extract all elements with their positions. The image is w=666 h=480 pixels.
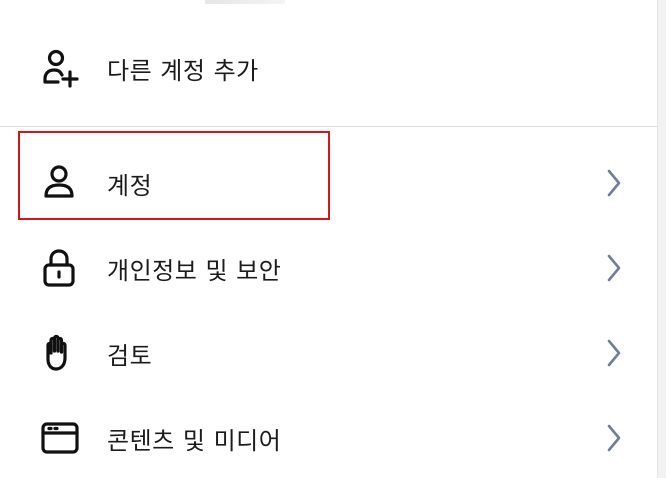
add-user-icon [38, 46, 82, 90]
browser-window-icon [38, 416, 82, 460]
menu-item-label: 검토 [107, 341, 153, 370]
scrollbar-track[interactable] [657, 0, 666, 478]
menu-item-label: 계정 [107, 171, 153, 200]
section-divider [0, 126, 658, 127]
menu-item-review[interactable]: 검토 [0, 311, 658, 395]
person-icon [38, 161, 82, 205]
add-account-button[interactable]: 다른 계정 추가 [0, 26, 658, 110]
menu-item-privacy-security[interactable]: 개인정보 및 보안 [0, 226, 658, 310]
lock-icon [38, 246, 82, 290]
chevron-right-icon [600, 252, 628, 284]
menu-item-account[interactable]: 계정 [0, 141, 658, 225]
add-account-label: 다른 계정 추가 [107, 56, 259, 85]
chevron-right-icon [600, 167, 628, 199]
chevron-right-icon [600, 422, 628, 454]
chevron-right-icon [600, 337, 628, 369]
menu-item-content-media[interactable]: 콘텐츠 및 미디어 [0, 396, 658, 480]
hand-icon [38, 331, 82, 375]
menu-item-label: 개인정보 및 보안 [107, 256, 282, 285]
menu-item-label: 콘텐츠 및 미디어 [107, 426, 282, 455]
scroll-top-edge [205, 0, 285, 4]
